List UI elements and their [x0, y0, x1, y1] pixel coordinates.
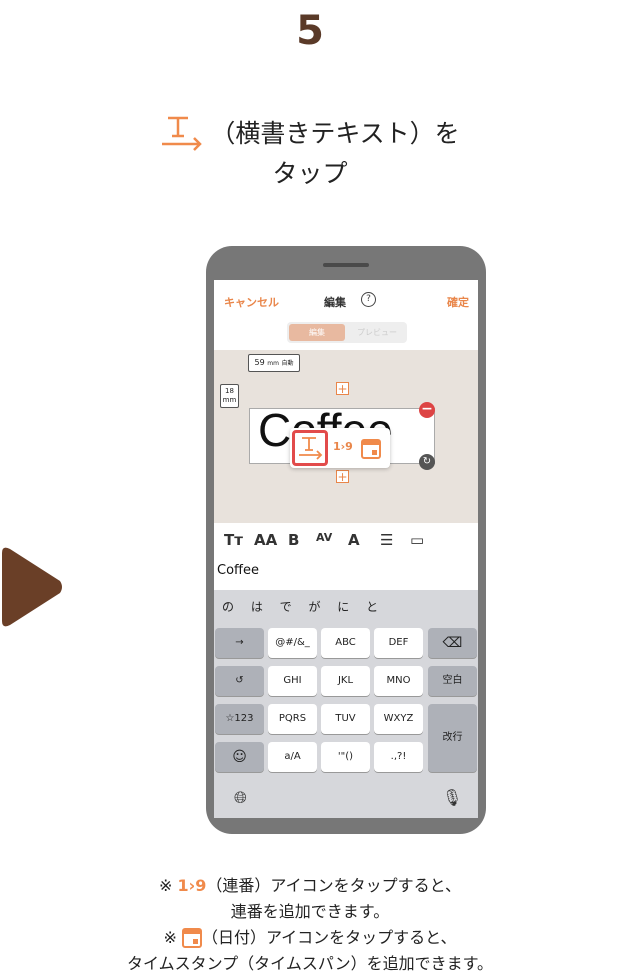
- key-jkl[interactable]: JKL: [321, 666, 370, 696]
- key-abc[interactable]: ABC: [321, 628, 370, 658]
- date-icon: [181, 928, 202, 948]
- note-line-1: ※ 1›9（連番）アイコンをタップすると、: [0, 873, 620, 899]
- screen-title: 編集: [324, 296, 346, 309]
- text-input[interactable]: Coffee: [217, 563, 259, 578]
- mode-switch: 編集 プレビュー: [287, 322, 407, 343]
- key-tuv[interactable]: TUV: [321, 704, 370, 734]
- rotate-icon[interactable]: ↻: [419, 454, 435, 470]
- horizontal-text-button[interactable]: [292, 430, 328, 466]
- note-text: （連番）アイコンをタップすると、: [206, 876, 461, 895]
- key-ghi[interactable]: GHI: [268, 666, 317, 696]
- tab-preview[interactable]: プレビュー: [349, 324, 405, 341]
- key-case[interactable]: a/A: [268, 742, 317, 772]
- align-icon[interactable]: ☰: [380, 531, 393, 549]
- note-line-2: 連番を追加できます。: [230, 902, 390, 921]
- key-symbols[interactable]: @#/&_: [268, 628, 317, 658]
- phone-frame: キャンセル 編集 ? 確定 編集 プレビュー 59 mm 自動 18 mm + +…: [206, 246, 486, 834]
- keyboard: の は で が に と → @#/&_ ABC DEF ⌫ ↺ GHI JKL …: [214, 590, 478, 818]
- instruction: （横書きテキスト）を タップ: [0, 112, 620, 194]
- horizontal-text-icon: [299, 437, 323, 460]
- confirm-button[interactable]: 確定: [447, 294, 469, 310]
- tab-edit[interactable]: 編集: [289, 324, 345, 341]
- key-def[interactable]: DEF: [374, 628, 423, 658]
- step-number: 5: [296, 8, 324, 54]
- font-size-icon[interactable]: Tт: [224, 531, 243, 549]
- label-canvas: 59 mm 自動 18mm + + Coffee − ↻ 1›9: [214, 350, 478, 523]
- phone-speaker: [323, 263, 369, 267]
- letter-spacing-icon[interactable]: AV: [316, 531, 332, 544]
- note-line-3: ※ （日付）アイコンをタップすると、: [0, 925, 620, 951]
- phone-screen: キャンセル 編集 ? 確定 編集 プレビュー 59 mm 自動 18 mm + +…: [214, 280, 478, 818]
- key-pqrs[interactable]: PQRS: [268, 704, 317, 734]
- serial-number-label: 1›9: [177, 876, 207, 895]
- add-above-icon[interactable]: +: [336, 382, 349, 395]
- top-bar: キャンセル 編集 ? 確定: [214, 280, 478, 322]
- instruction-text: （横書きテキスト）を: [210, 119, 460, 148]
- emoji-icon[interactable]: ☺: [215, 742, 264, 772]
- instruction-line-1: （横書きテキスト）を: [0, 112, 620, 154]
- add-below-icon[interactable]: +: [336, 470, 349, 483]
- format-toolbar: Tт AA B AV A ☰ ▭: [214, 523, 478, 557]
- width-badge[interactable]: 59 mm 自動: [248, 354, 300, 372]
- key-arrow[interactable]: →: [215, 628, 264, 658]
- outline-text-icon[interactable]: A: [348, 531, 360, 549]
- key-quotes[interactable]: '"(): [321, 742, 370, 772]
- height-badge[interactable]: 18 mm: [220, 384, 239, 408]
- font-style-icon[interactable]: AA: [254, 531, 277, 549]
- width-mode: 自動: [281, 360, 294, 367]
- add-element-popup: 1›9: [290, 428, 390, 468]
- width-unit: mm: [267, 360, 279, 367]
- horizontal-text-icon: [162, 116, 203, 151]
- key-wxyz[interactable]: WXYZ: [374, 704, 423, 734]
- key-space[interactable]: 空白: [428, 666, 477, 696]
- help-icon[interactable]: ?: [361, 292, 376, 307]
- height-unit: mm: [222, 396, 237, 404]
- notes: ※ 1›9（連番）アイコンをタップすると、 連番を追加できます。 ※ （日付）ア…: [0, 873, 620, 977]
- date-icon[interactable]: [361, 437, 381, 459]
- bold-icon[interactable]: B: [288, 531, 299, 549]
- key-return[interactable]: 改行: [428, 704, 477, 772]
- frame-icon[interactable]: ▭: [410, 531, 424, 549]
- note-mark: ※: [159, 876, 178, 895]
- key-mno[interactable]: MNO: [374, 666, 423, 696]
- key-undo[interactable]: ↺: [215, 666, 264, 696]
- note-line-4: タイムスタンプ（タイムスパン）を追加できます。: [126, 954, 494, 973]
- height-value: 18: [225, 387, 234, 395]
- note-mark: ※: [163, 928, 182, 947]
- width-value: 59: [254, 358, 265, 367]
- delete-icon[interactable]: −: [419, 402, 435, 418]
- key-punct[interactable]: .,?!: [374, 742, 423, 772]
- step-arrow-icon: [2, 547, 62, 627]
- cancel-button[interactable]: キャンセル: [224, 294, 279, 310]
- globe-icon[interactable]: 🌐︎: [234, 788, 247, 808]
- key-backspace[interactable]: ⌫: [428, 628, 477, 658]
- instruction-line-2: タップ: [272, 159, 348, 188]
- candidate-bar[interactable]: の は で が に と: [222, 598, 378, 615]
- microphone-icon[interactable]: 🎙︎: [442, 788, 462, 807]
- serial-number-button[interactable]: 1›9: [333, 440, 353, 453]
- key-numbers[interactable]: ☆123: [215, 704, 264, 734]
- note-text: （日付）アイコンをタップすると、: [201, 928, 457, 947]
